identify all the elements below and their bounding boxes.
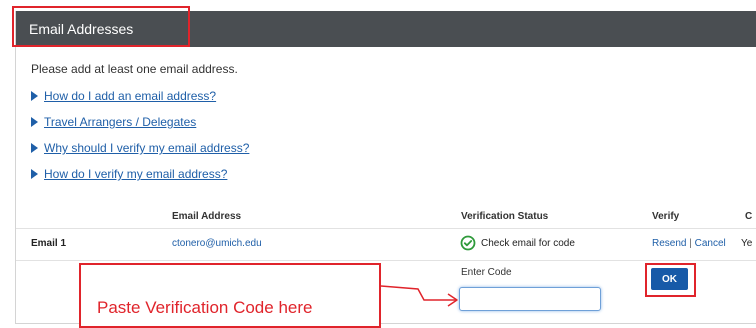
email-address-value: ctonero@umich.edu (172, 238, 262, 249)
annotation-callout-box: Paste Verification Code here (79, 263, 381, 328)
help-link-label: How do I add an email address? (44, 89, 217, 103)
help-link-label: Travel Arrangers / Delegates (44, 115, 197, 129)
verification-code-input[interactable] (459, 287, 601, 311)
column-header-status: Verification Status (461, 211, 549, 222)
enter-code-label: Enter Code (461, 267, 512, 278)
cancel-link[interactable]: Cancel (695, 238, 726, 249)
help-link-label: How do I verify my email address? (44, 167, 228, 181)
triangle-right-icon (31, 169, 38, 179)
ok-button[interactable]: OK (651, 268, 688, 290)
row-divider (16, 228, 756, 229)
column-header-verify: Verify (652, 211, 680, 222)
verification-status-text: Check email for code (481, 238, 575, 249)
triangle-right-icon (31, 91, 38, 101)
help-links: How do I add an email address? Travel Ar… (31, 89, 249, 193)
column-header-extra: C (745, 211, 753, 222)
column-header-email: Email Address (172, 211, 242, 222)
help-link-how-verify[interactable]: How do I verify my email address? (31, 167, 249, 181)
verify-actions: Resend | Cancel (652, 238, 726, 249)
email-row-label: Email 1 (31, 238, 67, 249)
annotation-callout-text: Paste Verification Code here (97, 298, 313, 317)
intro-text: Please add at least one email address. (31, 62, 238, 76)
help-link-label: Why should I verify my email address? (44, 141, 250, 155)
check-circle-icon (460, 235, 476, 251)
help-link-add-email[interactable]: How do I add an email address? (31, 89, 249, 103)
title-highlight-box (12, 6, 190, 47)
row-divider (16, 260, 756, 261)
triangle-right-icon (31, 117, 38, 127)
extra-column-value: Ye (741, 238, 753, 249)
verify-separator: | (689, 238, 692, 249)
arrow-right-icon (380, 285, 458, 307)
triangle-right-icon (31, 143, 38, 153)
help-link-travel-arrangers[interactable]: Travel Arrangers / Delegates (31, 115, 249, 129)
resend-link[interactable]: Resend (652, 238, 686, 249)
help-link-why-verify[interactable]: Why should I verify my email address? (31, 141, 249, 155)
